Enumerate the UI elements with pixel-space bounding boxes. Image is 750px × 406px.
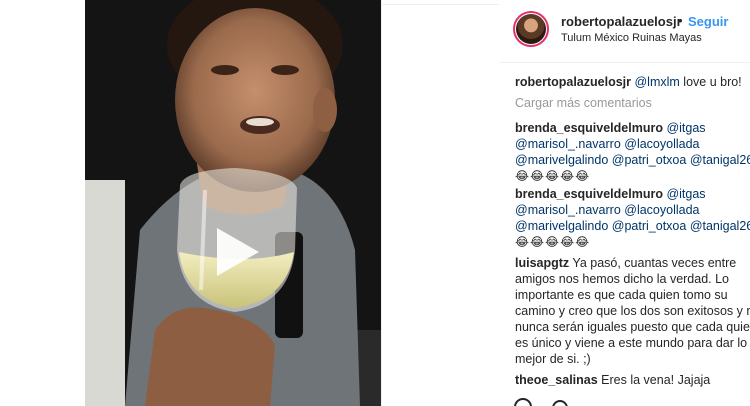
play-button[interactable] xyxy=(205,222,265,282)
avatar[interactable] xyxy=(513,11,549,47)
comment-text: amigos nos hemos dicho la verdad. Lo xyxy=(515,272,730,286)
mention-link[interactable]: @itgas xyxy=(666,187,705,201)
follow-button[interactable]: Seguir xyxy=(688,14,728,29)
media-side-area xyxy=(381,0,499,406)
mention-link[interactable]: @patri_otxoa xyxy=(612,153,687,167)
mention-link[interactable]: @lacoyollada xyxy=(624,203,699,217)
post-header: robertopalazuelosjr • Seguir Tulum Méxic… xyxy=(500,0,750,62)
comment-text: Eres la vena! Jajaja xyxy=(601,373,711,387)
comment-text: love u bro! xyxy=(679,75,742,89)
avatar-image xyxy=(516,14,546,44)
mention-link[interactable]: @marisol_.navarro xyxy=(515,137,621,151)
divider xyxy=(381,4,499,5)
mention-link[interactable]: @lmxlm xyxy=(634,75,679,89)
comment-text: Ya pasó, cuantas veces entre xyxy=(572,256,737,270)
heart-icon[interactable] xyxy=(514,398,532,406)
location-link[interactable]: Tulum México Ruinas Mayas xyxy=(561,32,702,44)
mention-link[interactable]: @itgas xyxy=(666,121,705,135)
comment-text: es único y viene a este mundo para dar l… xyxy=(515,336,748,350)
mention-link[interactable]: @marivelgalindo xyxy=(515,153,608,167)
load-more-comments[interactable]: Cargar más comentarios xyxy=(515,95,750,111)
comment-username[interactable]: brenda_esquiveldelmuro xyxy=(515,121,663,135)
mention-link[interactable]: @marivelgalindo xyxy=(515,219,608,233)
comment-username[interactable]: robertopalazuelosjr xyxy=(515,75,631,89)
comment-line: brenda_esquiveldelmuro @itgas xyxy=(515,120,750,136)
comment-line: @marivelgalindo @patri_otxoa @tanigal26 xyxy=(515,218,750,234)
comment-text: camino y creo que los dos son exitosos y… xyxy=(515,304,750,318)
comment-username[interactable]: theoe_salinas xyxy=(515,373,598,387)
comment-line: @marivelgalindo @patri_otxoa @tanigal26 xyxy=(515,152,750,168)
mention-link[interactable]: @tanigal26 xyxy=(690,219,750,233)
author-username[interactable]: robertopalazuelosjr xyxy=(561,14,682,29)
caption: robertopalazuelosjr @lmxlm love u bro! xyxy=(515,74,750,90)
mention-link[interactable]: @marisol_.navarro xyxy=(515,203,621,217)
comment-line: theoe_salinas Eres la vena! Jajaja xyxy=(515,372,750,388)
mention-link[interactable]: @patri_otxoa xyxy=(612,219,687,233)
emoji-row: 😂😂😂😂😂 xyxy=(515,169,591,183)
post-side-panel: robertopalazuelosjr • Seguir Tulum Méxic… xyxy=(500,0,750,406)
comment-line: brenda_esquiveldelmuro @itgas xyxy=(515,186,750,202)
play-icon xyxy=(217,228,259,276)
comment-text: nunca serán iguales puesto que cada quie… xyxy=(515,320,750,334)
emoji-row: 😂😂😂😂😂 xyxy=(515,235,591,249)
comment-line: luisapgtz Ya pasó, cuantas veces entre xyxy=(515,255,750,271)
separator-dot: • xyxy=(678,13,683,28)
comment-text: importante es que cada quien tomo su xyxy=(515,288,728,302)
mention-link[interactable]: @tanigal26 xyxy=(690,153,750,167)
comment-username[interactable]: brenda_esquiveldelmuro xyxy=(515,187,663,201)
comment-line: @marisol_.navarro @lacoyollada xyxy=(515,136,750,152)
mention-link[interactable]: @lacoyollada xyxy=(624,137,699,151)
comment-username[interactable]: luisapgtz xyxy=(515,256,569,270)
post-video[interactable] xyxy=(85,0,381,406)
comment-text: mejor de si. ;) xyxy=(515,352,591,366)
divider xyxy=(381,0,382,406)
divider xyxy=(500,62,750,63)
load-more-label[interactable]: Cargar más comentarios xyxy=(515,96,652,110)
comment-line: @marisol_.navarro @lacoyollada xyxy=(515,202,750,218)
comment-icon[interactable] xyxy=(552,400,568,406)
video-frame xyxy=(85,0,381,406)
